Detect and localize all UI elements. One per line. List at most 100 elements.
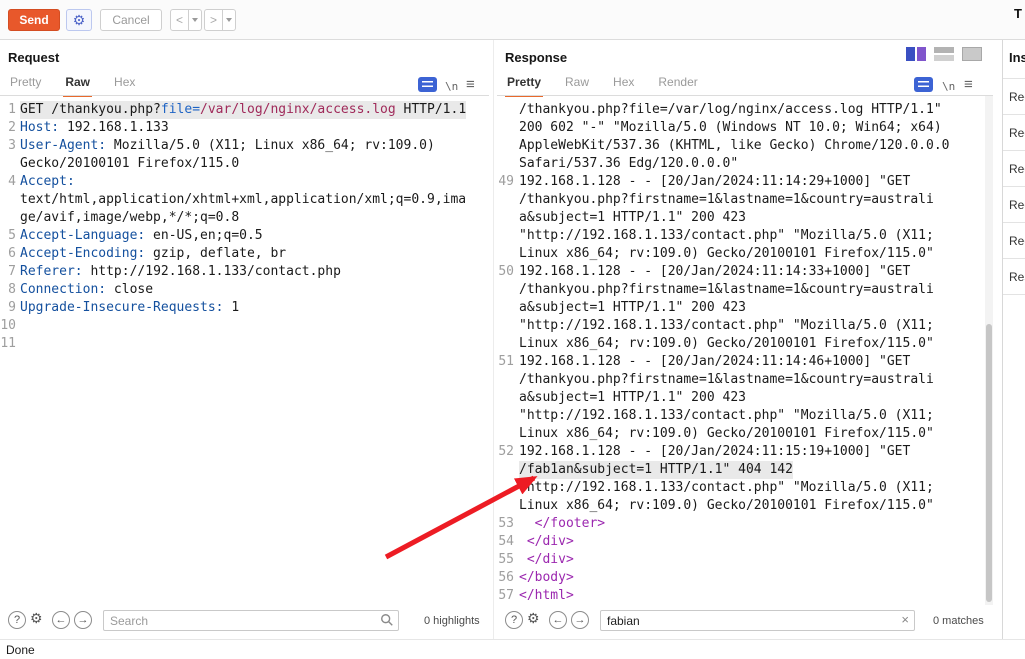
code-line[interactable]: Gecko/20100101 Firefox/115.0	[0, 155, 489, 173]
response-editor[interactable]: /thankyou.php?file=/var/log/nginx/access…	[497, 96, 985, 605]
forward-history-dropdown[interactable]	[223, 9, 236, 31]
line-number: 8	[8, 282, 16, 297]
search-prev-button[interactable]: ←	[52, 611, 70, 629]
newline-toggle-icon[interactable]: \n	[942, 80, 955, 93]
code-line[interactable]: Linux x86_64; rv:109.0) Gecko/20100101 F…	[497, 245, 985, 263]
code-line[interactable]: /thankyou.php?file=/var/log/nginx/access…	[497, 101, 985, 119]
inspector-section[interactable]: Req	[1003, 187, 1025, 223]
code-line[interactable]: "http://192.168.1.133/contact.php" "Mozi…	[497, 227, 985, 245]
code-line[interactable]: Linux x86_64; rv:109.0) Gecko/20100101 F…	[497, 425, 985, 443]
search-prev-button[interactable]: ←	[549, 611, 567, 629]
editor-menu-icon[interactable]: ≡	[964, 76, 973, 93]
code-line[interactable]: 9 Upgrade-Insecure-Requests: 1	[0, 299, 489, 317]
line-text: Gecko/20100101 Firefox/115.0	[20, 156, 240, 171]
code-line[interactable]: "http://192.168.1.133/contact.php" "Mozi…	[497, 407, 985, 425]
search-settings-icon[interactable]: ⚙	[30, 610, 43, 627]
request-settings-button[interactable]: ⚙	[66, 9, 92, 31]
code-line[interactable]: a&subject=1 HTTP/1.1" 200 423	[497, 299, 985, 317]
code-line[interactable]: 57 </html>	[497, 587, 985, 605]
inspector-section[interactable]: Req	[1003, 151, 1025, 187]
newline-toggle-icon[interactable]: \n	[445, 80, 458, 93]
tab-hex[interactable]: Hex	[611, 72, 636, 97]
search-help-button[interactable]: ?	[505, 611, 523, 629]
layout-stacked-icon[interactable]	[934, 47, 954, 61]
code-line[interactable]: "http://192.168.1.133/contact.php" "Mozi…	[497, 317, 985, 335]
inspector-section[interactable]: Req	[1003, 115, 1025, 151]
forward-button[interactable]: >	[204, 9, 223, 31]
code-line[interactable]: 8 Connection: close	[0, 281, 489, 299]
back-button[interactable]: <	[170, 9, 189, 31]
editor-menu-icon[interactable]: ≡	[466, 76, 475, 93]
request-search-input[interactable]	[103, 610, 399, 631]
inspector-section[interactable]: Req	[1003, 223, 1025, 259]
code-line[interactable]: 55 </div>	[497, 551, 985, 569]
clear-search-icon[interactable]: ×	[901, 612, 909, 627]
line-text	[20, 335, 489, 353]
text-wrap-icon[interactable]	[418, 77, 437, 92]
request-editor[interactable]: 1 GET /thankyou.php?file=/var/log/nginx/a…	[0, 96, 489, 605]
code-line[interactable]: 5 Accept-Language: en-US,en;q=0.5	[0, 227, 489, 245]
tab-pretty[interactable]: Pretty	[8, 72, 43, 97]
code-line[interactable]: AppleWebKit/537.36 (KHTML, like Gecko) C…	[497, 137, 985, 155]
code-line[interactable]: /fab1an&subject=1 HTTP/1.1" 404 142	[497, 461, 985, 479]
tab-hex[interactable]: Hex	[112, 72, 137, 97]
code-line[interactable]: 49 192.168.1.128 - - [20/Jan/2024:11:14:2…	[497, 173, 985, 191]
code-line[interactable]: 4 Accept:	[0, 173, 489, 191]
search-settings-icon[interactable]: ⚙	[527, 610, 540, 627]
search-next-button[interactable]: →	[571, 611, 589, 629]
search-next-button[interactable]: →	[74, 611, 92, 629]
code-line[interactable]: 11	[0, 335, 489, 353]
line-text: GET /thankyou.php?file=/var/log/nginx/ac…	[20, 101, 467, 119]
line-number: 53	[498, 516, 514, 531]
code-line[interactable]: 56 </body>	[497, 569, 985, 587]
code-line[interactable]: 10	[0, 317, 489, 335]
code-line[interactable]: 50 192.168.1.128 - - [20/Jan/2024:11:14:3…	[497, 263, 985, 281]
code-line[interactable]: a&subject=1 HTTP/1.1" 200 423	[497, 389, 985, 407]
code-line[interactable]: 53 </footer>	[497, 515, 985, 533]
code-line[interactable]: /thankyou.php?firstname=1&lastname=1&cou…	[497, 191, 985, 209]
layout-single-icon[interactable]	[962, 47, 982, 61]
code-line[interactable]: 3 User-Agent: Mozilla/5.0 (X11; Linux x86…	[0, 137, 489, 155]
code-line[interactable]: Safari/537.36 Edg/120.0.0.0"	[497, 155, 985, 173]
line-number	[497, 245, 519, 263]
scrollbar-thumb[interactable]	[986, 324, 992, 602]
code-line[interactable]: ge/avif,image/webp,*/*;q=0.8	[0, 209, 489, 227]
tab-pretty[interactable]: Pretty	[505, 72, 544, 97]
burp-repeater-window: Send ⚙ Cancel < > T Request Pretty Raw Hex…	[0, 0, 1025, 659]
code-line[interactable]: 52 192.168.1.128 - - [20/Jan/2024:11:15:1…	[497, 443, 985, 461]
text-wrap-icon[interactable]	[914, 77, 933, 92]
search-help-button[interactable]: ?	[8, 611, 26, 629]
response-scrollbar[interactable]	[985, 96, 993, 605]
layout-side-by-side-icon[interactable]	[906, 47, 926, 61]
code-line[interactable]: "http://192.168.1.133/contact.php" "Mozi…	[497, 479, 985, 497]
send-button[interactable]: Send	[8, 9, 60, 31]
panel-splitter[interactable]	[493, 40, 494, 639]
code-line[interactable]: a&subject=1 HTTP/1.1" 200 423	[497, 209, 985, 227]
inspector-section[interactable]: Req	[1003, 79, 1025, 115]
code-line[interactable]: 6 Accept-Encoding: gzip, deflate, br	[0, 245, 489, 263]
line-number	[497, 497, 519, 515]
code-line[interactable]: 51 192.168.1.128 - - [20/Jan/2024:11:14:4…	[497, 353, 985, 371]
code-line[interactable]: /thankyou.php?firstname=1&lastname=1&cou…	[497, 281, 985, 299]
response-tabbar: Pretty Raw Hex Render	[505, 72, 700, 97]
line-number: 6	[8, 246, 16, 261]
response-search-input[interactable]	[600, 610, 915, 631]
line-number	[497, 227, 519, 245]
line-text: "http://192.168.1.133/contact.php" "Mozi…	[519, 228, 934, 243]
line-text: User-Agent: Mozilla/5.0 (X11; Linux x86_…	[20, 138, 435, 153]
code-line[interactable]: 200 602 "-" "Mozilla/5.0 (Windows NT 10.…	[497, 119, 985, 137]
tab-raw[interactable]: Raw	[563, 72, 591, 97]
cancel-button[interactable]: Cancel	[100, 9, 162, 31]
code-line[interactable]: /thankyou.php?firstname=1&lastname=1&cou…	[497, 371, 985, 389]
code-line[interactable]: 2 Host: 192.168.1.133	[0, 119, 489, 137]
inspector-section[interactable]: Res	[1003, 259, 1025, 295]
back-history-dropdown[interactable]	[189, 9, 202, 31]
code-line[interactable]: 1 GET /thankyou.php?file=/var/log/nginx/a…	[0, 101, 489, 119]
code-line[interactable]: text/html,application/xhtml+xml,applicat…	[0, 191, 489, 209]
tab-render[interactable]: Render	[656, 72, 699, 97]
code-line[interactable]: 54 </div>	[497, 533, 985, 551]
code-line[interactable]: Linux x86_64; rv:109.0) Gecko/20100101 F…	[497, 497, 985, 515]
tab-raw[interactable]: Raw	[63, 72, 93, 97]
code-line[interactable]: 7 Referer: http://192.168.1.133/contact.p…	[0, 263, 489, 281]
code-line[interactable]: Linux x86_64; rv:109.0) Gecko/20100101 F…	[497, 335, 985, 353]
